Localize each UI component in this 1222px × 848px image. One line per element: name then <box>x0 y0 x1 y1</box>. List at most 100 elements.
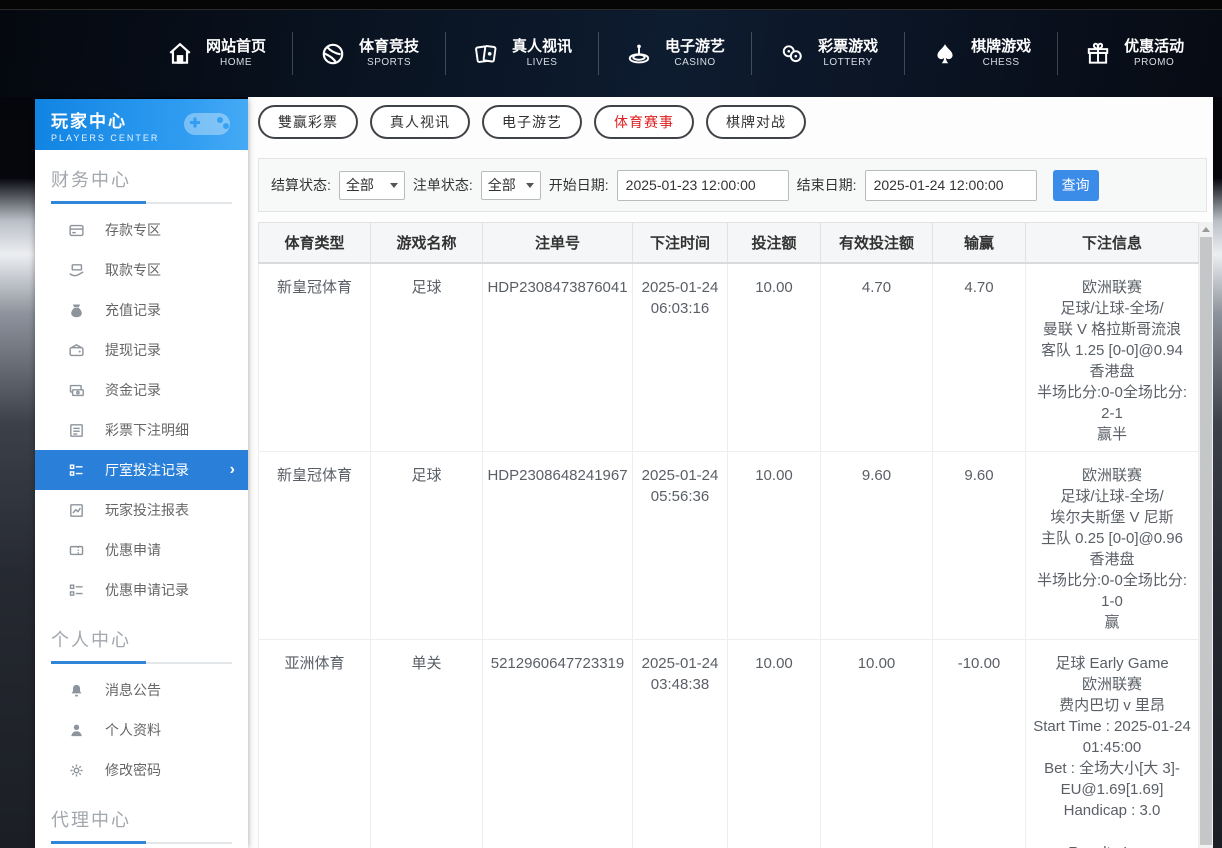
start-date-input[interactable] <box>617 170 789 201</box>
cell-bet-info: 欧洲联赛 足球/让球-全场/ 曼联 V 格拉斯哥流浪 客队 1.25 [0-0]… <box>1026 263 1199 452</box>
sidebar-item-withdraw[interactable]: 取款专区 <box>35 250 248 290</box>
list-boxes-icon <box>67 461 85 479</box>
cell-bet-info: 欧洲联赛 足球/让球-全场/ 埃尔夫斯堡 V 尼斯 主队 0.25 [0-0]@… <box>1026 451 1199 639</box>
sidebar-item-label: 玩家投注报表 <box>105 500 189 520</box>
settle-status-value: 全部 <box>346 175 374 195</box>
scrollbar-up-button[interactable] <box>1199 222 1213 237</box>
sidebar-item-label: 个人资料 <box>105 720 161 740</box>
nav-label-zh: 彩票游戏 <box>818 38 878 57</box>
filter-bar: 结算状态: 全部 注单状态: 全部 开始日期: 结束日期: 查询 <box>258 158 1207 212</box>
cell-valid-amount: 10.00 <box>821 639 933 848</box>
tab-sports[interactable]: 体育赛事 <box>594 105 694 139</box>
nav-item-sports[interactable]: 体育竞技SPORTS <box>292 32 445 75</box>
tab-live[interactable]: 真人视讯 <box>370 105 470 139</box>
table-row: 新皇冠体育 足球 HDP2308473876041 2025-01-24 06:… <box>259 263 1199 452</box>
cell-order-no: HDP2308473876041 <box>483 263 633 452</box>
nav-label-en: SPORTS <box>367 57 411 70</box>
cell-sport: 新皇冠体育 <box>259 263 371 452</box>
sidebar-item-lottery-bet-detail[interactable]: 彩票下注明细 <box>35 410 248 450</box>
sports-ball-icon <box>319 40 347 68</box>
cell-bet-amount: 10.00 <box>728 451 821 639</box>
sidebar-item-change-password[interactable]: 修改密码 <box>35 750 248 790</box>
nav-label-en: LIVES <box>527 57 558 70</box>
sidebar-item-recharge-record[interactable]: 充值记录 <box>35 290 248 330</box>
section-finance-header: 财务中心 <box>35 150 248 192</box>
col-sport-type: 体育类型 <box>259 223 371 263</box>
sidebar-item-withdraw-record[interactable]: 提现记录 <box>35 330 248 370</box>
cell-sport: 亚洲体育 <box>259 639 371 848</box>
section-divider <box>51 842 232 844</box>
start-date-label: 开始日期: <box>549 175 609 195</box>
sidebar-item-player-bet-report[interactable]: 玩家投注报表 <box>35 490 248 530</box>
nav-label-en: CASINO <box>674 57 715 70</box>
table-scrollbar[interactable] <box>1199 222 1213 848</box>
sidebar-item-label: 提现记录 <box>105 340 161 360</box>
end-date-input[interactable] <box>865 170 1037 201</box>
cell-valid-amount: 4.70 <box>821 263 933 452</box>
nav-label-zh: 优惠活动 <box>1124 38 1184 57</box>
top-navigation: 网站首页HOME 体育竞技SPORTS 真人视讯LIVES 电子游艺CASINO… <box>0 10 1222 97</box>
playing-cards-icon <box>472 40 500 68</box>
gear-icon <box>67 761 85 779</box>
sidebar-item-label: 厅室投注记录 <box>105 460 189 480</box>
bell-icon <box>67 681 85 699</box>
sidebar-item-label: 优惠申请记录 <box>105 580 189 600</box>
table-header-row: 体育类型 游戏名称 注单号 下注时间 投注额 有效投注额 输赢 下注信息 <box>259 223 1199 263</box>
cell-bet-amount: 10.00 <box>728 639 821 848</box>
nav-item-home[interactable]: 网站首页HOME <box>140 32 292 75</box>
scrollbar-thumb[interactable] <box>1200 237 1212 845</box>
sidebar-item-label: 消息公告 <box>105 680 161 700</box>
nav-item-casino[interactable]: 电子游艺CASINO <box>598 32 751 75</box>
sidebar-item-notices[interactable]: 消息公告 <box>35 670 248 710</box>
cell-bet-time: 2025-01-24 05:56:36 <box>633 451 728 639</box>
sidebar-item-funds-record[interactable]: 资金记录 <box>35 370 248 410</box>
nav-label-zh: 真人视讯 <box>512 38 572 57</box>
sidebar-item-label: 修改密码 <box>105 760 161 780</box>
sidebar-item-hall-bet-record[interactable]: 厅室投注记录 › <box>35 450 248 490</box>
col-order-no: 注单号 <box>483 223 633 263</box>
order-status-value: 全部 <box>488 175 516 195</box>
category-tabs: 雙赢彩票 真人视讯 电子游艺 体育赛事 棋牌对战 <box>258 105 806 139</box>
col-bet-info: 下注信息 <box>1026 223 1199 263</box>
col-bet-time: 下注时间 <box>633 223 728 263</box>
sidebar-item-label: 取款专区 <box>105 260 161 280</box>
wallet-icon <box>67 341 85 359</box>
nav-item-lives[interactable]: 真人视讯LIVES <box>445 32 598 75</box>
cell-bet-time: 2025-01-24 03:48:38 <box>633 639 728 848</box>
tab-casino[interactable]: 电子游艺 <box>482 105 582 139</box>
cell-win-loss: 4.70 <box>933 263 1026 452</box>
sidebar-item-promo-apply[interactable]: 优惠申请 <box>35 530 248 570</box>
sidebar-item-label: 优惠申请 <box>105 540 161 560</box>
nav-item-promo[interactable]: 优惠活动PROMO <box>1057 32 1210 75</box>
lottery-balls-icon <box>778 40 806 68</box>
col-bet-amount: 投注额 <box>728 223 821 263</box>
nav-label-zh: 电子游艺 <box>665 38 725 57</box>
nav-label-en: PROMO <box>1134 57 1174 70</box>
settle-status-select[interactable]: 全部 <box>339 171 405 200</box>
cell-order-no: HDP2308648241967 <box>483 451 633 639</box>
bet-records-table: 体育类型 游戏名称 注单号 下注时间 投注额 有效投注额 输赢 下注信息 新皇冠… <box>258 222 1199 848</box>
section-divider <box>51 202 232 204</box>
tab-chess[interactable]: 棋牌对战 <box>706 105 806 139</box>
cell-game: 足球 <box>371 263 483 452</box>
hand-cash-icon <box>67 261 85 279</box>
sidebar-header: 玩家中心 PLAYERS CENTER <box>35 99 248 150</box>
sidebar-item-profile[interactable]: 个人资料 <box>35 710 248 750</box>
sidebar-item-promo-apply-record[interactable]: 优惠申请记录 <box>35 570 248 610</box>
nav-label-zh: 棋牌游戏 <box>971 38 1031 57</box>
deposit-card-icon <box>67 221 85 239</box>
col-win-loss: 输赢 <box>933 223 1026 263</box>
table-row: 亚洲体育 单关 5212960647723319 2025-01-24 03:4… <box>259 639 1199 848</box>
nav-item-chess[interactable]: 棋牌游戏CHESS <box>904 32 1057 75</box>
nav-item-lottery[interactable]: 彩票游戏LOTTERY <box>751 32 904 75</box>
list-boxes-icon <box>67 581 85 599</box>
tab-lottery[interactable]: 雙赢彩票 <box>258 105 358 139</box>
cell-bet-time: 2025-01-24 06:03:16 <box>633 263 728 452</box>
search-button[interactable]: 查询 <box>1053 170 1099 201</box>
section-agent-header: 代理中心 <box>35 790 248 832</box>
report-chart-icon <box>67 501 85 519</box>
sidebar-item-deposit[interactable]: 存款专区 <box>35 210 248 250</box>
section-divider <box>51 662 232 664</box>
table-row: 新皇冠体育 足球 HDP2308648241967 2025-01-24 05:… <box>259 451 1199 639</box>
order-status-select[interactable]: 全部 <box>481 171 541 200</box>
